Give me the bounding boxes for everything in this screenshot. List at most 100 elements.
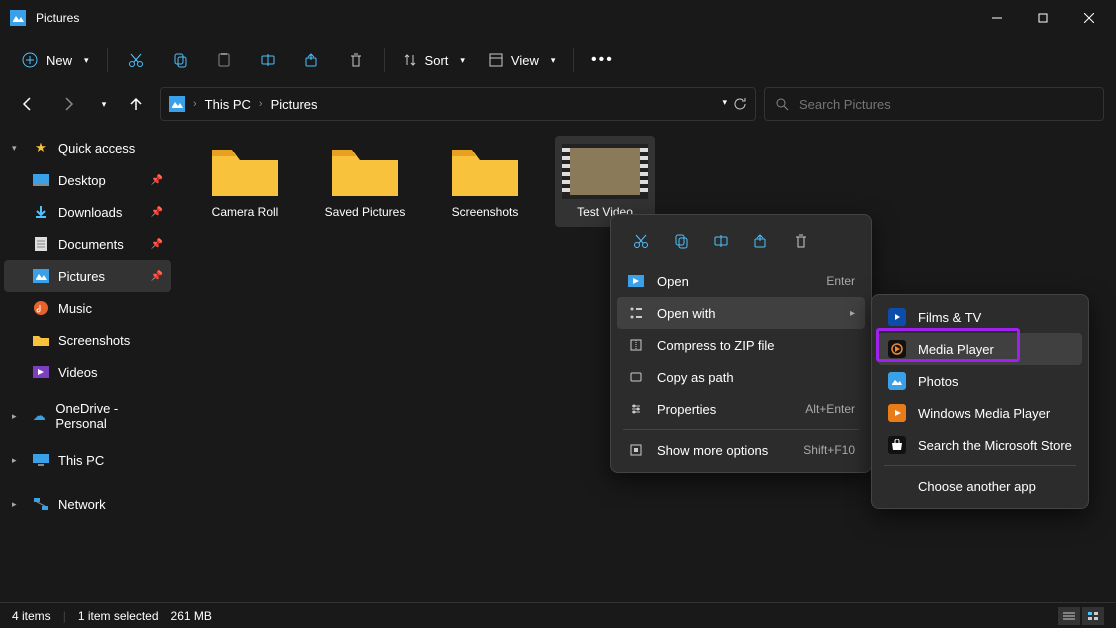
app-films-tv[interactable]: Films & TV <box>878 301 1082 333</box>
new-button[interactable]: New ▾ <box>12 42 99 78</box>
chevron-down-icon: ▾ <box>102 99 107 110</box>
pin-icon: 📌 <box>151 271 163 282</box>
navigation-row: ▾ › This PC › Pictures ▾ <box>0 84 1116 124</box>
label: Network <box>58 497 106 512</box>
sidebar-network[interactable]: ▸ Network <box>4 488 171 520</box>
up-button[interactable] <box>120 88 152 120</box>
refresh-icon[interactable] <box>733 97 747 111</box>
sidebar-downloads[interactable]: Downloads 📌 <box>4 196 171 228</box>
pin-icon: 📌 <box>151 207 163 218</box>
chevron-down-icon[interactable]: ▾ <box>722 97 727 111</box>
pictures-icon <box>32 267 50 285</box>
sidebar-quick-access[interactable]: ▾ ★ Quick access <box>4 132 171 164</box>
label: Windows Media Player <box>918 406 1050 421</box>
ctx-compress-zip[interactable]: Compress to ZIP file <box>617 329 865 361</box>
chevron-down-icon: ▾ <box>12 143 24 154</box>
breadcrumb-pictures[interactable]: Pictures <box>271 97 318 112</box>
app-media-player[interactable]: Media Player <box>878 333 1082 365</box>
view-button[interactable]: View ▾ <box>479 42 565 78</box>
media-player-icon <box>888 340 906 358</box>
delete-button[interactable] <box>336 42 376 78</box>
ctx-copy-button[interactable] <box>663 225 699 257</box>
chevron-down-icon: ▾ <box>460 55 465 66</box>
films-tv-icon <box>888 308 906 326</box>
ctx-rename-button[interactable] <box>703 225 739 257</box>
label: Music <box>58 301 92 316</box>
label: Open with <box>657 306 716 321</box>
breadcrumb-thispc[interactable]: This PC <box>205 97 251 112</box>
ctx-copy-path[interactable]: Copy as path <box>617 361 865 393</box>
rename-button[interactable] <box>248 42 288 78</box>
new-label: New <box>46 53 72 68</box>
folder-icon <box>32 331 50 349</box>
search-box[interactable] <box>764 87 1104 121</box>
rename-icon <box>713 233 729 249</box>
maximize-button[interactable] <box>1020 0 1066 36</box>
ctx-open-with[interactable]: Open with ▸ <box>617 297 865 329</box>
video-thumbnail <box>562 144 648 199</box>
ctx-show-more[interactable]: Show more options Shift+F10 <box>617 434 865 466</box>
minimize-button[interactable] <box>974 0 1020 36</box>
command-bar: New ▾ Sort ▾ View ▾ ••• <box>0 36 1116 84</box>
paste-button[interactable] <box>204 42 244 78</box>
app-photos[interactable]: Photos <box>878 365 1082 397</box>
chevron-right-icon: ▸ <box>12 455 24 466</box>
sidebar-pictures[interactable]: Pictures 📌 <box>4 260 171 292</box>
ctx-share-button[interactable] <box>743 225 779 257</box>
icons-view-button[interactable] <box>1082 607 1104 625</box>
label: Search the Microsoft Store <box>918 438 1072 453</box>
label: Saved Pictures <box>325 205 406 219</box>
shortcut: Alt+Enter <box>805 402 855 416</box>
sidebar-onedrive[interactable]: ▸ ☁ OneDrive - Personal <box>4 400 171 432</box>
more-button[interactable]: ••• <box>582 42 622 78</box>
item-count: 4 items <box>12 609 51 623</box>
choose-another-app[interactable]: Choose another app <box>878 470 1082 502</box>
app-store-search[interactable]: Search the Microsoft Store <box>878 429 1082 461</box>
folder-saved-pictures[interactable]: Saved Pictures <box>315 136 415 227</box>
folder-screenshots[interactable]: Screenshots <box>435 136 535 227</box>
chevron-right-icon: ▸ <box>12 499 24 510</box>
sort-label: Sort <box>425 53 449 68</box>
pin-icon: 📌 <box>151 175 163 186</box>
label: Properties <box>657 402 716 417</box>
sidebar-screenshots[interactable]: Screenshots <box>4 324 171 356</box>
folder-icon <box>330 144 400 199</box>
recent-button[interactable]: ▾ <box>92 88 112 120</box>
label: Downloads <box>58 205 122 220</box>
sidebar-thispc[interactable]: ▸ This PC <box>4 444 171 476</box>
ctx-open[interactable]: Open Enter <box>617 265 865 297</box>
back-button[interactable] <box>12 88 44 120</box>
network-icon <box>32 495 50 513</box>
label: Pictures <box>58 269 105 284</box>
details-view-button[interactable] <box>1058 607 1080 625</box>
address-bar[interactable]: › This PC › Pictures ▾ <box>160 87 756 121</box>
ctx-cut-button[interactable] <box>623 225 659 257</box>
trash-icon <box>793 233 809 249</box>
ctx-delete-button[interactable] <box>783 225 819 257</box>
separator <box>884 465 1076 466</box>
folder-camera-roll[interactable]: Camera Roll <box>195 136 295 227</box>
view-icon <box>489 53 503 67</box>
ctx-properties[interactable]: Properties Alt+Enter <box>617 393 865 425</box>
rename-icon <box>260 52 276 68</box>
sidebar-music[interactable]: Music <box>4 292 171 324</box>
separator <box>623 429 859 430</box>
label: Camera Roll <box>212 205 279 219</box>
label: Media Player <box>918 342 994 357</box>
shortcut: Shift+F10 <box>803 443 855 457</box>
cut-button[interactable] <box>116 42 156 78</box>
sidebar-videos[interactable]: Videos <box>4 356 171 388</box>
search-input[interactable] <box>799 97 1093 112</box>
sidebar-desktop[interactable]: Desktop 📌 <box>4 164 171 196</box>
forward-button[interactable] <box>52 88 84 120</box>
close-button[interactable] <box>1066 0 1112 36</box>
app-wmp[interactable]: Windows Media Player <box>878 397 1082 429</box>
chevron-right-icon: › <box>259 98 263 110</box>
copy-path-icon <box>627 370 645 384</box>
document-icon <box>32 235 50 253</box>
sidebar-documents[interactable]: Documents 📌 <box>4 228 171 260</box>
pictures-icon <box>169 96 185 112</box>
sort-button[interactable]: Sort ▾ <box>393 42 475 78</box>
share-button[interactable] <box>292 42 332 78</box>
copy-button[interactable] <box>160 42 200 78</box>
